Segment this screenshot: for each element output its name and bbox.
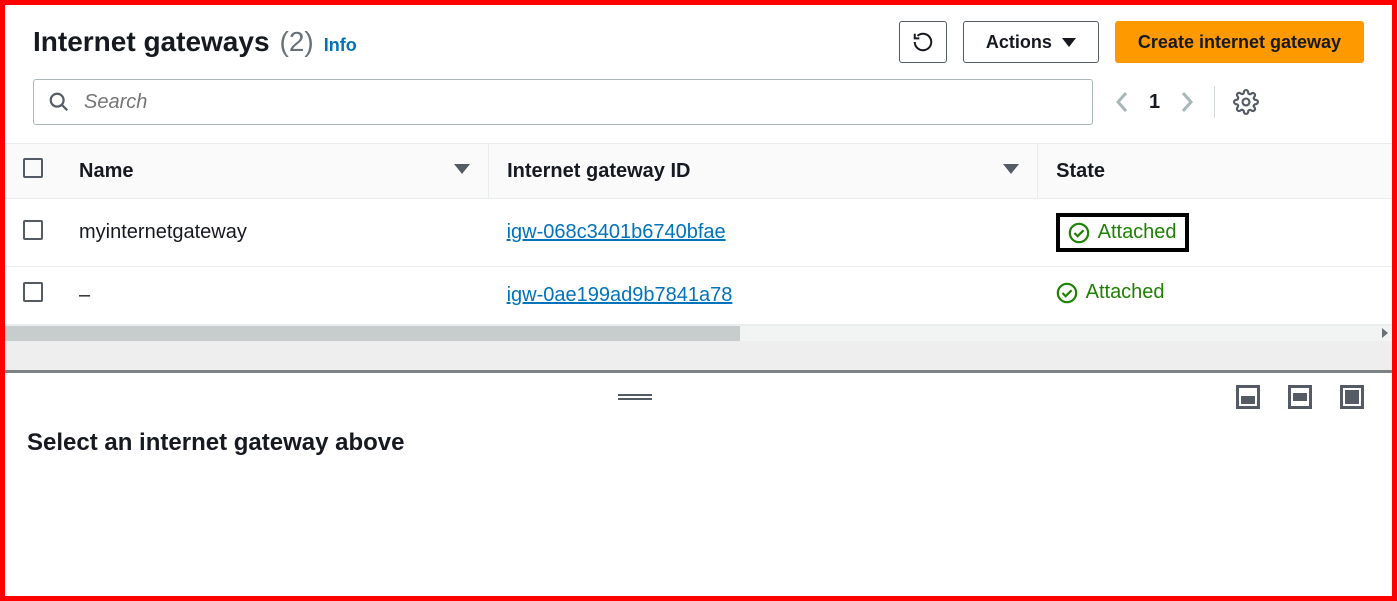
prev-page-icon[interactable] — [1113, 89, 1131, 115]
igw-id-link[interactable]: igw-0ae199ad9b7841a78 — [507, 284, 733, 306]
row-checkbox[interactable] — [23, 282, 43, 302]
sort-icon — [1003, 166, 1019, 176]
actions-button[interactable]: Actions — [963, 21, 1099, 63]
info-link[interactable]: Info — [324, 35, 357, 56]
empty-detail-message: Select an internet gateway above — [5, 421, 1392, 465]
divider — [1214, 86, 1215, 118]
column-igw-id[interactable]: Internet gateway ID — [489, 144, 1038, 199]
cell-name: myinternetgateway — [61, 199, 489, 267]
scrollbar-thumb[interactable] — [5, 326, 740, 341]
layout-bottom-icon[interactable] — [1236, 385, 1260, 409]
resource-count: (2) — [280, 26, 314, 58]
select-all-header[interactable] — [5, 144, 61, 199]
column-name-label: Name — [79, 160, 133, 183]
state-text: Attached — [1086, 281, 1165, 304]
horizontal-scrollbar[interactable] — [5, 325, 1392, 341]
column-name[interactable]: Name — [61, 144, 489, 199]
table-row[interactable]: myinternetgateway igw-068c3401b6740bfae … — [5, 199, 1392, 267]
highlight-box: Attached — [1056, 213, 1189, 252]
cell-name: – — [61, 267, 489, 325]
column-state-label: State — [1056, 160, 1105, 183]
layout-middle-icon[interactable] — [1288, 385, 1312, 409]
igw-id-link[interactable]: igw-068c3401b6740bfae — [507, 221, 726, 243]
panel-divider — [5, 341, 1392, 373]
search-icon — [48, 91, 70, 113]
search-box[interactable] — [33, 79, 1093, 125]
actions-label: Actions — [986, 32, 1052, 53]
next-page-icon[interactable] — [1178, 89, 1196, 115]
state-text: Attached — [1098, 221, 1177, 244]
scroll-right-arrow-icon — [1382, 328, 1388, 338]
state-badge: Attached — [1068, 221, 1177, 244]
column-igw-id-label: Internet gateway ID — [507, 160, 690, 183]
caret-down-icon — [1062, 38, 1076, 47]
sort-icon — [454, 166, 470, 176]
page-number: 1 — [1149, 91, 1160, 114]
refresh-icon — [912, 31, 934, 53]
internet-gateways-table: Name Internet gateway ID State — [5, 144, 1392, 325]
column-state[interactable]: State — [1038, 144, 1392, 199]
scrollbar-track — [740, 326, 1392, 341]
grip-icon — [618, 394, 652, 400]
page-title: Internet gateways — [33, 26, 270, 58]
state-badge: Attached — [1056, 281, 1165, 304]
search-input[interactable] — [82, 90, 1078, 115]
create-internet-gateway-button[interactable]: Create internet gateway — [1115, 21, 1364, 63]
table-row[interactable]: – igw-0ae199ad9b7841a78 Attached — [5, 267, 1392, 325]
check-circle-icon — [1068, 222, 1090, 244]
page-title-wrap: Internet gateways (2) Info — [33, 26, 883, 58]
refresh-button[interactable] — [899, 21, 947, 63]
row-checkbox[interactable] — [23, 220, 43, 240]
gear-icon[interactable] — [1233, 89, 1259, 115]
create-label: Create internet gateway — [1138, 32, 1341, 53]
layout-full-icon[interactable] — [1340, 385, 1364, 409]
check-circle-icon — [1056, 282, 1078, 304]
checkbox-icon — [23, 158, 43, 178]
resize-grip[interactable] — [33, 394, 1236, 400]
